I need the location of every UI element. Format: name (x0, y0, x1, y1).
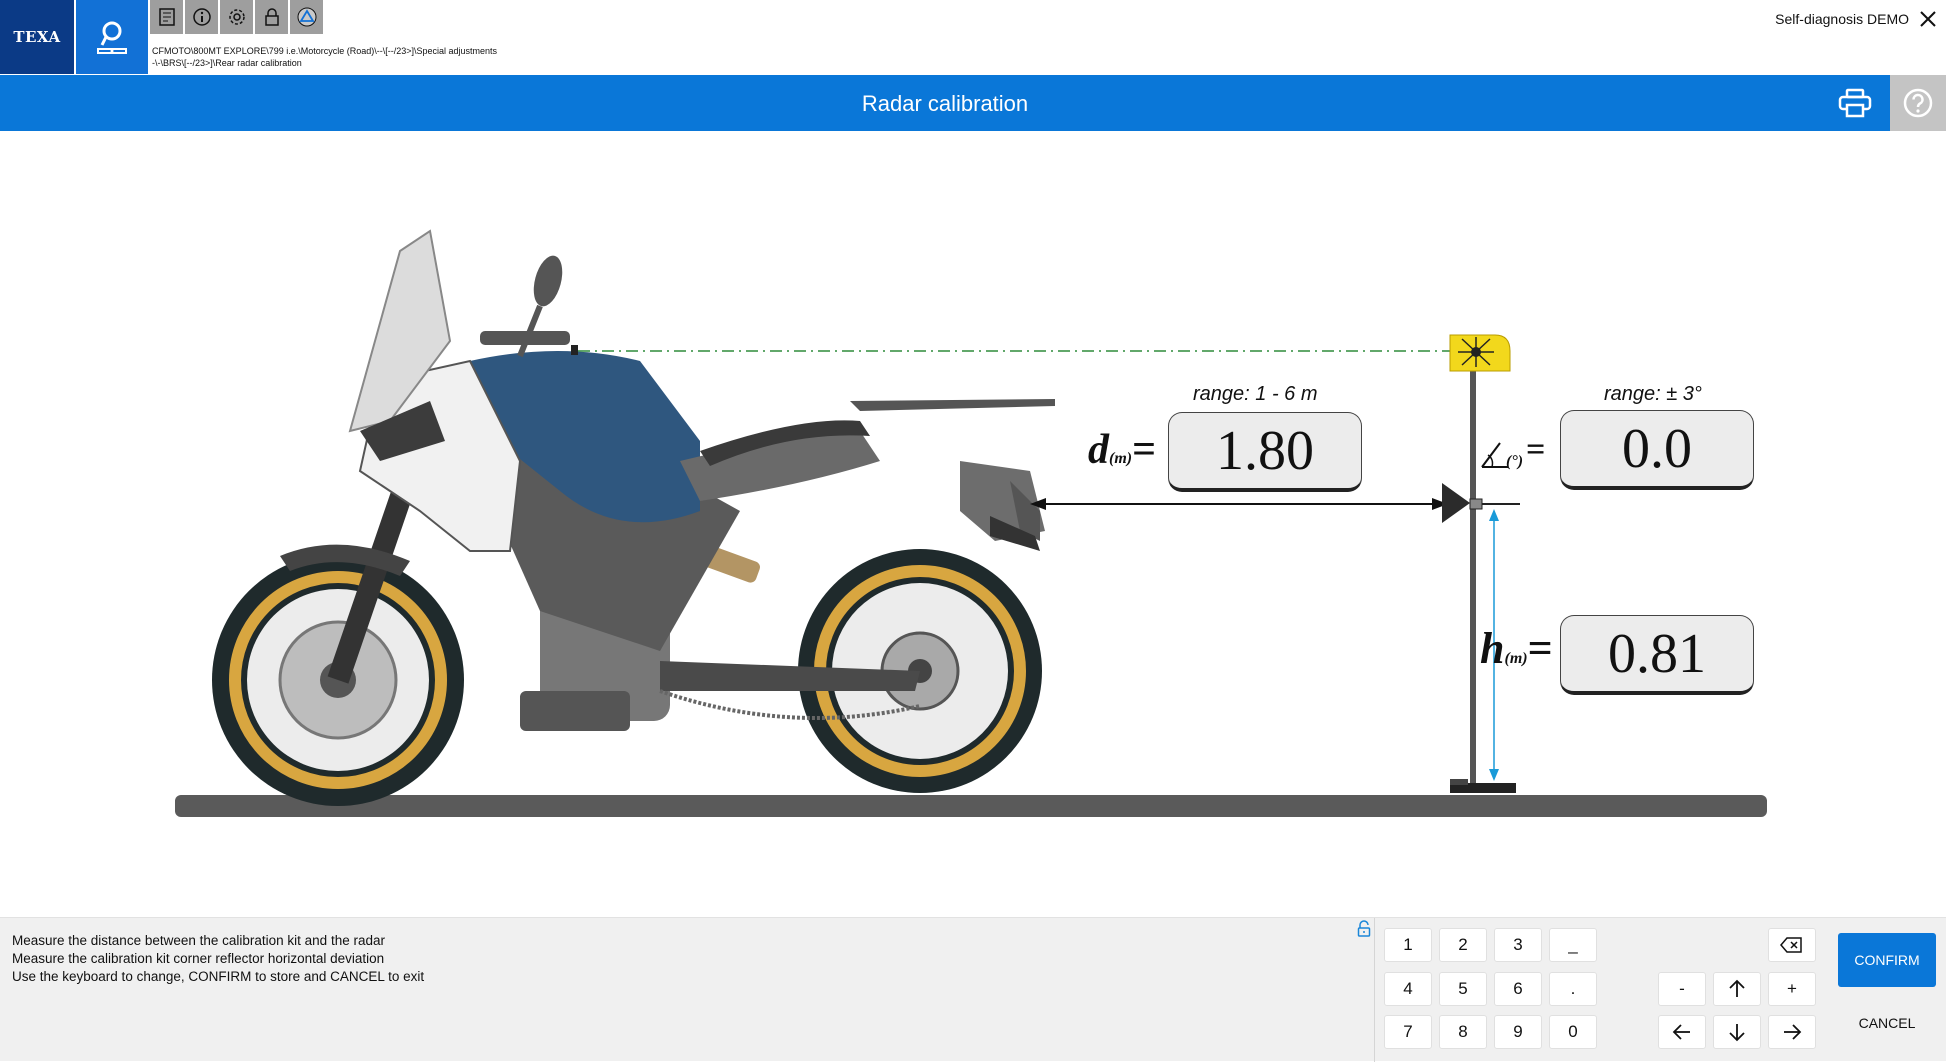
key-8[interactable]: 8 (1439, 1015, 1487, 1049)
arrow-down-icon (1729, 1024, 1745, 1042)
key-4[interactable]: 4 (1384, 972, 1432, 1006)
instruction-line: Use the keyboard to change, CONFIRM to s… (12, 969, 425, 984)
settings-button[interactable] (220, 0, 254, 34)
texa-logo: TEXA (0, 0, 74, 74)
angle-value-field[interactable]: 0.0 (1560, 410, 1754, 490)
key-underscore[interactable]: _ (1549, 928, 1597, 962)
backspace-key[interactable] (1768, 928, 1816, 962)
report-button[interactable] (150, 0, 184, 34)
info-icon (192, 8, 211, 26)
settings-icon (228, 9, 245, 25)
bottom-panel: Measure the distance between the calibra… (0, 917, 1946, 1062)
distance-value-field[interactable]: 1.80 (1168, 412, 1362, 492)
height-value-field[interactable]: 0.81 (1560, 615, 1754, 695)
plus-key[interactable]: + (1768, 972, 1816, 1006)
distance-value: 1.80 (1216, 419, 1314, 482)
arrow-right-icon (1784, 1024, 1802, 1040)
calibration-stand (1442, 334, 1520, 793)
breadcrumb: CFMOTO\800MT EXPLORE\799 i.e.\Motorcycle… (152, 45, 497, 69)
height-symbol: h(m)= (1480, 623, 1553, 674)
calibration-diagram: range: 1 - 6 m d(m)= 1.80 range: ± 3° (°… (0, 131, 1946, 917)
key-5[interactable]: 5 (1439, 972, 1487, 1006)
distance-arrow (1030, 498, 1448, 510)
motorcycle-illustration (212, 229, 1055, 806)
help-icon (1903, 88, 1933, 118)
up-key[interactable] (1713, 972, 1761, 1006)
key-9[interactable]: 9 (1494, 1015, 1542, 1049)
print-button[interactable] (1832, 81, 1878, 125)
confirm-button[interactable]: CONFIRM (1838, 933, 1936, 987)
distance-unit: (m) (1109, 450, 1133, 467)
help-button[interactable] (1890, 75, 1946, 131)
angle-value: 0.0 (1622, 417, 1692, 480)
instruction-line: Measure the distance between the calibra… (12, 933, 385, 948)
cancel-button[interactable]: CANCEL (1838, 996, 1936, 1050)
info-button[interactable] (185, 0, 219, 34)
close-icon[interactable] (1916, 7, 1940, 31)
instructions: Measure the distance between the calibra… (12, 932, 424, 986)
panel-divider (1374, 918, 1375, 1062)
key-2[interactable]: 2 (1439, 928, 1487, 962)
key-0[interactable]: 0 (1549, 1015, 1597, 1049)
triangle-icon (297, 7, 316, 27)
search-vehicle-button[interactable] (76, 0, 148, 74)
top-bar: TEXA CFMOTO\800MT EXPLORE\799 i.e.\Motor… (0, 0, 1946, 75)
minus-key[interactable]: - (1658, 972, 1706, 1006)
angle-unit: (°) (1506, 453, 1524, 470)
breadcrumb-line-1: CFMOTO\800MT EXPLORE\799 i.e.\Motorcycle… (152, 46, 498, 56)
ground-strip (175, 795, 1767, 817)
triangle-button[interactable] (290, 0, 324, 34)
keyboard-lock-icon[interactable] (1356, 920, 1372, 938)
key-7[interactable]: 7 (1384, 1015, 1432, 1049)
right-key[interactable] (1768, 1015, 1816, 1049)
height-unit: (m) (1504, 650, 1528, 667)
angle-equals: = (1526, 431, 1546, 468)
diagram-drawing (175, 229, 1767, 817)
session-label: Self-diagnosis DEMO (1775, 11, 1909, 27)
height-symbol-text: h (1480, 624, 1505, 673)
report-icon (158, 8, 175, 26)
search-person-icon (97, 21, 127, 54)
height-equals: = (1527, 624, 1553, 673)
title-bar: Radar calibration (0, 75, 1946, 131)
ecu-lock-button[interactable] (255, 0, 289, 34)
ecu-lock-icon (264, 8, 279, 26)
arrow-left-icon (1672, 1024, 1690, 1040)
key-dot[interactable]: . (1549, 972, 1597, 1006)
backspace-icon (1780, 937, 1802, 953)
key-1[interactable]: 1 (1384, 928, 1432, 962)
printer-icon (1838, 88, 1872, 118)
key-3[interactable]: 3 (1494, 928, 1542, 962)
distance-symbol-text: d (1088, 427, 1109, 473)
height-value: 0.81 (1608, 622, 1706, 685)
distance-symbol: d(m)= (1088, 426, 1156, 474)
brand-text: TEXA (13, 28, 61, 46)
arrow-up-icon (1729, 979, 1745, 997)
distance-range-label: range: 1 - 6 m (1193, 383, 1318, 405)
left-key[interactable] (1658, 1015, 1706, 1049)
angle-range-label: range: ± 3° (1604, 383, 1702, 405)
distance-equals: = (1132, 427, 1157, 473)
page-title: Radar calibration (861, 91, 1029, 116)
key-6[interactable]: 6 (1494, 972, 1542, 1006)
down-key[interactable] (1713, 1015, 1761, 1049)
breadcrumb-line-2: -\-\BRS\[--/23>]\Rear radar calibration (152, 58, 302, 68)
instruction-line: Measure the calibration kit corner refle… (12, 951, 385, 966)
